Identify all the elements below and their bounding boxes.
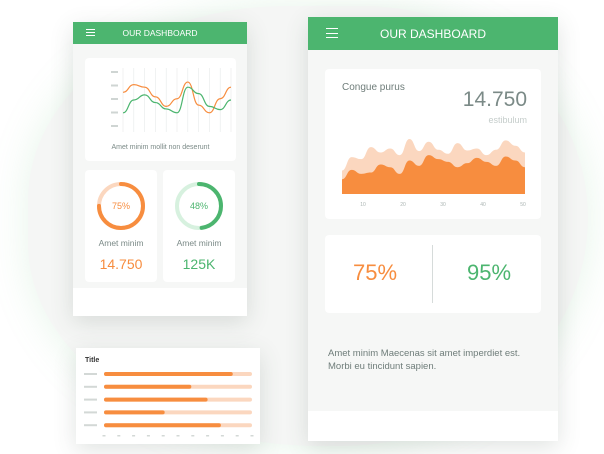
x-tick-label — [176, 435, 180, 437]
y-tick-label — [111, 98, 118, 100]
percent-left: 75% — [352, 260, 398, 285]
stat-label-right: Amet minim — [176, 238, 222, 248]
percent-divider — [432, 245, 433, 303]
app-title: OUR DASHBOARD — [122, 28, 198, 38]
x-tick-label — [250, 435, 254, 437]
x-tick-label: 50 — [520, 202, 526, 208]
x-tick-label: 10 — [360, 202, 366, 208]
category-label — [84, 385, 97, 388]
small-phone: OUR DASHBOARD Amet minim mollit non dese… — [73, 22, 247, 316]
bar — [104, 397, 208, 402]
bar-chart — [84, 372, 254, 437]
y-tick-label — [111, 84, 118, 87]
line-chart — [111, 68, 232, 132]
stat-percent-right: 48% — [189, 201, 208, 211]
app-title: OUR DASHBOARD — [379, 26, 486, 41]
stat-value-left: 14.750 — [99, 256, 143, 272]
x-tick-label — [206, 435, 210, 437]
line-chart-card: Amet minim mollit non deserunt — [85, 58, 236, 161]
description-paragraph: Amet minim Maecenas sit amet imperdiet e… — [328, 348, 521, 372]
stat-card-left: 75% Amet minim 14.750 — [85, 170, 157, 282]
bottom-strip — [308, 411, 558, 441]
bar — [104, 384, 192, 389]
percent-card: 75% 95% — [325, 235, 541, 313]
chart-caption: Amet minim mollit non deserunt — [111, 144, 210, 151]
y-tick-label — [111, 71, 118, 73]
x-tick-label — [117, 435, 121, 437]
category-label — [84, 411, 97, 414]
x-tick-label — [102, 435, 106, 437]
bottom-strip — [73, 288, 247, 316]
app-bar: OUR DASHBOARD — [308, 17, 558, 50]
x-tick-label: 30 — [440, 202, 446, 208]
bar — [104, 372, 233, 376]
bar — [104, 410, 165, 415]
stat-card-right: 48% Amet minim 125K — [163, 170, 235, 282]
x-tick-label — [220, 435, 224, 437]
category-label — [84, 424, 97, 427]
x-tick-label — [191, 435, 195, 437]
area-chart-card: Congue purus 14.750 estibulum 10 20 30 40 50 — [325, 69, 541, 219]
percent-right: 95% — [466, 260, 512, 285]
bar — [104, 423, 221, 428]
large-phone: OUR DASHBOARD Congue purus 14.750 estibu… — [308, 17, 558, 441]
area-chart: 10 20 30 40 50 — [342, 139, 526, 208]
stat-label-left: Amet minim — [98, 238, 144, 248]
y-tick-label — [111, 111, 118, 114]
x-tick-label — [146, 435, 150, 437]
category-label — [84, 398, 97, 401]
app-bar: OUR DASHBOARD — [73, 22, 247, 44]
x-tick-label: 20 — [400, 202, 406, 208]
stat-value-right: 125K — [182, 256, 216, 272]
category-label — [84, 373, 97, 375]
x-tick-label — [132, 435, 136, 437]
stat-percent-left: 75% — [111, 201, 130, 211]
x-tick-label — [161, 435, 165, 437]
x-tick-label: 40 — [480, 202, 486, 208]
y-tick-label — [111, 125, 118, 127]
x-tick-label — [235, 435, 239, 437]
bar-chart-card: Title — [76, 348, 260, 444]
